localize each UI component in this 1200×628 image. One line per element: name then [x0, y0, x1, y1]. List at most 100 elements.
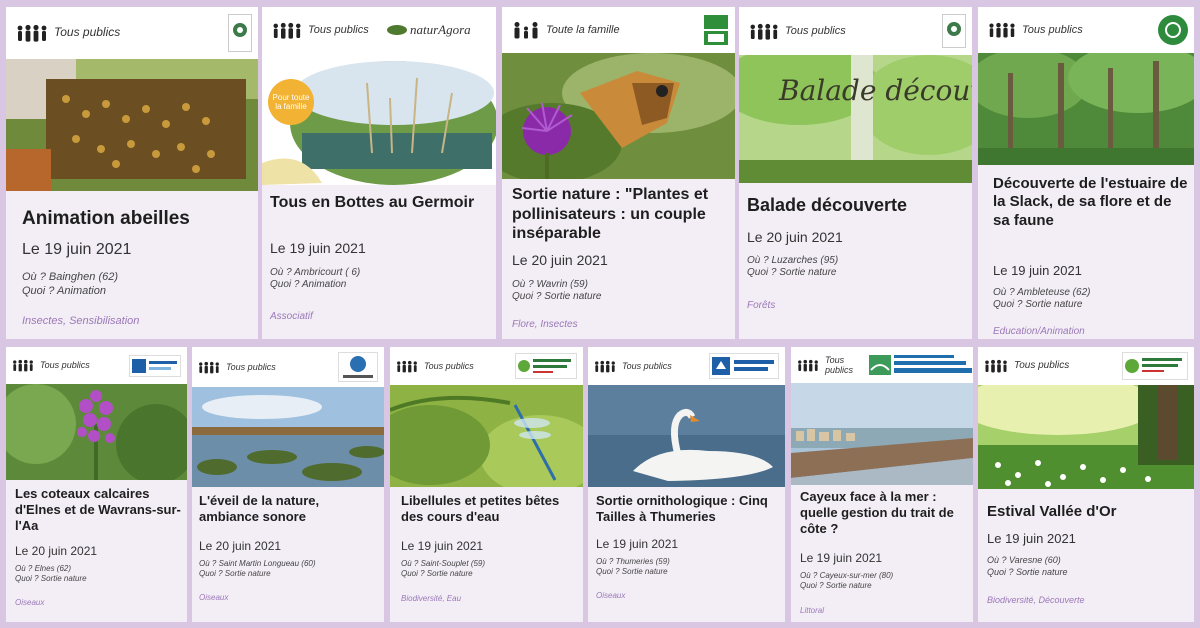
- event-image-dragonfly[interactable]: [390, 385, 583, 487]
- event-title[interactable]: Libellules et petites bêtes des cours d'…: [401, 493, 577, 525]
- naturagora-logo: naturAgora: [386, 15, 490, 45]
- audience-label: Tous publics: [54, 25, 121, 40]
- event-title[interactable]: Tous en Bottes au Germoir: [270, 193, 488, 213]
- event-title[interactable]: Animation abeilles: [22, 207, 248, 230]
- event-title[interactable]: Les coteaux calcaires d'Elnes et de Wavr…: [15, 486, 181, 534]
- card-body: Les coteaux calcaires d'Elnes et de Wavr…: [6, 480, 187, 622]
- organizer-logo: [228, 14, 252, 52]
- event-image-butterfly[interactable]: [502, 53, 735, 179]
- event-title[interactable]: Sortie ornithologique : Cinq Tailles à T…: [596, 493, 779, 525]
- event-date: Le 19 juin 2021: [800, 551, 883, 565]
- event-type: Quoi ? Sortie nature: [596, 567, 668, 576]
- event-tags[interactable]: Oiseaux: [15, 598, 44, 607]
- event-title[interactable]: Balade découverte: [747, 195, 966, 217]
- event-tags[interactable]: Flore, Insectes: [512, 319, 578, 330]
- event-card[interactable]: Tous publics L'éveil de la nature, ambia…: [192, 347, 384, 622]
- event-type: Quoi ? Sortie nature: [800, 581, 872, 590]
- event-card[interactable]: Tous publics Les coteaux calcaires d'Eln…: [6, 347, 187, 622]
- event-date: Le 19 juin 2021: [987, 531, 1076, 546]
- event-card[interactable]: Tous publics Balade découverte Balade dé…: [739, 7, 972, 339]
- event-card[interactable]: Tous publics naturAgora Pour toute la fa…: [262, 7, 496, 339]
- event-tags[interactable]: Oiseaux: [596, 591, 625, 600]
- event-type: Quoi ? Sortie nature: [15, 574, 87, 583]
- card-body: Animation abeilles Le 19 juin 2021 Où ? …: [6, 191, 258, 339]
- event-type: Quoi ? Sortie nature: [401, 569, 473, 578]
- event-image-meadow[interactable]: [978, 385, 1194, 489]
- event-image-marsh[interactable]: [192, 387, 384, 487]
- organizer-logo: [1158, 15, 1188, 45]
- event-image-swan[interactable]: [588, 385, 785, 487]
- event-card[interactable]: Tous publics Découverte de l'estuaire de…: [978, 7, 1194, 339]
- audience-label: Toute la famille: [546, 23, 620, 36]
- event-tags[interactable]: Forêts: [747, 300, 775, 311]
- people-group-icon: [16, 24, 48, 42]
- event-date: Le 19 juin 2021: [596, 537, 679, 551]
- event-date: Le 20 juin 2021: [15, 544, 98, 558]
- organizer-logo: [703, 14, 729, 46]
- event-location: Où ? Saint Martin Longueau (60): [199, 559, 316, 568]
- event-location: Où ? Cayeux-sur-mer (80): [800, 571, 894, 580]
- card-body: Estival Vallée d'Or Le 19 juin 2021 Où ?…: [978, 489, 1194, 622]
- event-type: Quoi ? Sortie nature: [512, 291, 602, 302]
- card-header: Tous publics: [739, 7, 972, 55]
- event-card[interactable]: Toute la famille Sortie nature : "Plante…: [502, 7, 735, 339]
- event-location: Où ? Varesne (60): [987, 555, 1061, 565]
- audience-label: Tous publics: [424, 360, 474, 371]
- card-body: Tous en Bottes au Germoir Le 19 juin 202…: [262, 185, 496, 339]
- audience-label: Tous publics: [785, 24, 846, 37]
- event-card[interactable]: Tous publics Cayeux face à la mer : quel…: [791, 347, 973, 622]
- event-location: Où ? Luzarches (95): [747, 255, 839, 266]
- event-title[interactable]: Découverte de l'estuaire de la Slack, de…: [993, 175, 1188, 230]
- image-caption: Balade découverte: [778, 74, 972, 107]
- event-location: Où ? Ambricourt ( 6): [270, 267, 361, 278]
- event-image-forest[interactable]: Balade découverte: [739, 55, 972, 183]
- event-tags[interactable]: Biodiversité, Eau: [401, 594, 461, 603]
- people-group-icon: [594, 360, 616, 373]
- event-image-orchid[interactable]: [6, 384, 187, 480]
- family-badge: Pour toute la famille: [268, 79, 314, 125]
- event-date: Le 20 juin 2021: [747, 229, 843, 245]
- event-title[interactable]: Sortie nature : "Plantes et pollinisateu…: [512, 185, 729, 244]
- event-title[interactable]: Estival Vallée d'Or: [987, 503, 1188, 521]
- event-tags[interactable]: Littoral: [800, 606, 824, 615]
- event-tags[interactable]: Oiseaux: [199, 593, 228, 602]
- audience-label: Tous publics: [40, 360, 90, 371]
- audience-label: Tous publics: [226, 361, 276, 372]
- organizer-logo: [515, 353, 577, 379]
- event-tags[interactable]: Education/Animation: [993, 326, 1085, 337]
- card-header: Tous publics: [978, 347, 1194, 385]
- event-card[interactable]: Tous publics Sortie ornithologique : Cin…: [588, 347, 785, 622]
- card-header: Tous publics naturAgora: [262, 7, 496, 53]
- people-group-icon: [198, 361, 220, 374]
- card-body: Balade découverte Le 20 juin 2021 Où ? L…: [739, 183, 972, 339]
- event-tags[interactable]: Insectes, Sensibilisation: [22, 315, 139, 327]
- card-header: Toute la famille: [502, 7, 735, 53]
- event-title[interactable]: L'éveil de la nature, ambiance sonore: [199, 493, 378, 525]
- event-title[interactable]: Cayeux face à la mer : quelle gestion du…: [800, 489, 967, 537]
- audience-label: Tous publics: [622, 360, 672, 371]
- event-date: Le 19 juin 2021: [22, 241, 132, 258]
- people-group-icon: [396, 360, 418, 373]
- event-tags[interactable]: Associatif: [270, 311, 313, 322]
- card-header: Tous publics: [192, 347, 384, 387]
- event-tags[interactable]: Biodiversité, Découverte: [987, 595, 1085, 605]
- event-type: Quoi ? Sortie nature: [199, 569, 271, 578]
- event-image-bees[interactable]: [6, 59, 258, 191]
- audience-label: Tous publics: [1014, 360, 1070, 372]
- card-header: Tous publics: [6, 7, 258, 59]
- audience-label: Tous publics: [308, 23, 369, 36]
- organizer-logo: [869, 352, 973, 378]
- event-card[interactable]: Tous publics Animation abeilles Le 19 ju…: [6, 7, 258, 339]
- card-body: Cayeux face à la mer : quelle gestion du…: [791, 485, 973, 622]
- card-body: Libellules et petites bêtes des cours d'…: [390, 487, 583, 622]
- event-type: Quoi ? Sortie nature: [993, 299, 1083, 310]
- event-location: Où ? Thumeries (59): [596, 557, 670, 566]
- event-location: Où ? Saint-Souplet (59): [401, 559, 486, 568]
- event-card[interactable]: Tous publics Libellules et petites bêtes…: [390, 347, 583, 622]
- card-body: Découverte de l'estuaire de la Slack, de…: [978, 165, 1194, 339]
- family-icon: [512, 21, 540, 39]
- organizer-logo: [942, 14, 966, 48]
- event-image-woodland[interactable]: [978, 53, 1194, 165]
- event-image-seaside[interactable]: [791, 383, 973, 485]
- event-card[interactable]: Tous publics Estival Vallée d'Or Le 19 j…: [978, 347, 1194, 622]
